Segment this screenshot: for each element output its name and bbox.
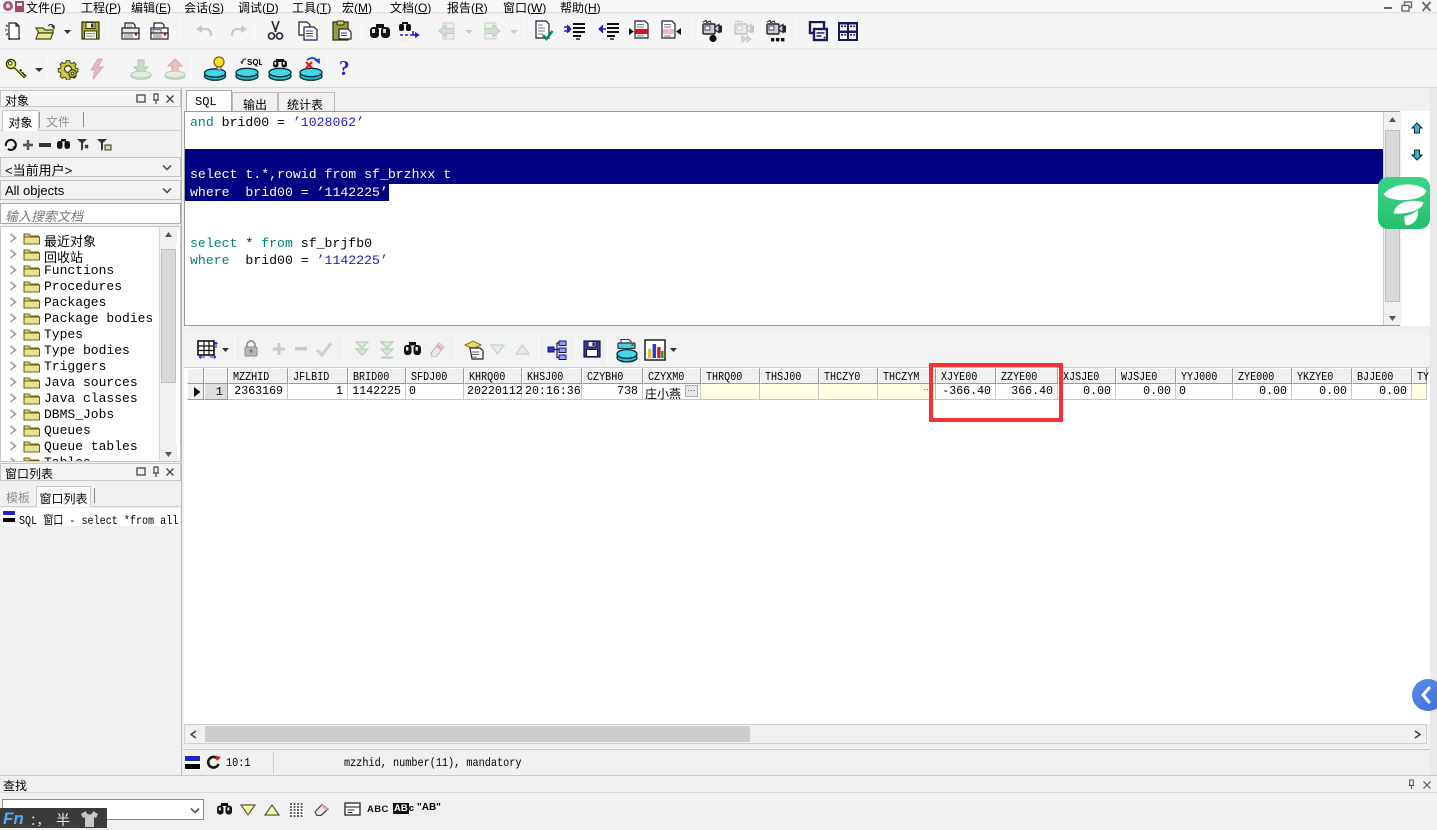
svg-text:SQL: SQL bbox=[247, 58, 262, 67]
